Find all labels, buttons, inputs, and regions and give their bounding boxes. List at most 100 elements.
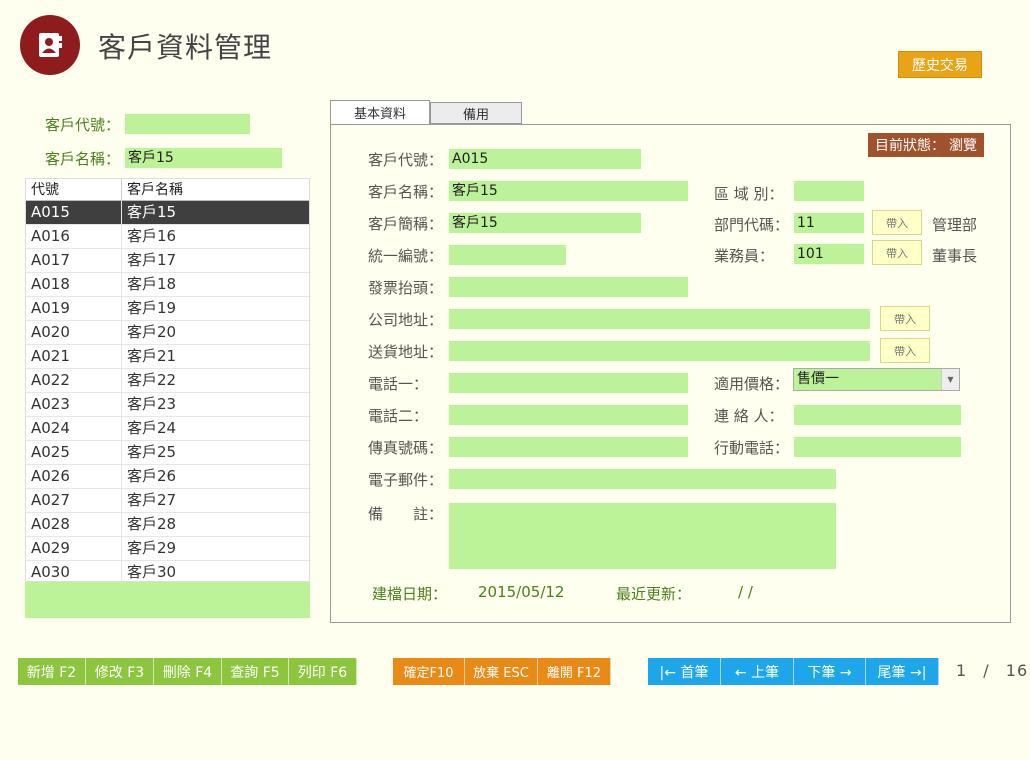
- list-row[interactable]: A026 客戶26: [26, 465, 309, 489]
- delivery-address-field[interactable]: [449, 341, 870, 361]
- name-label: 客戶名稱：: [368, 183, 444, 201]
- row-name: 客戶18: [127, 275, 177, 293]
- prev-record-button[interactable]: ← 上筆: [721, 658, 794, 685]
- delete-button[interactable]: 刪除 F4: [154, 658, 222, 685]
- page-title: 客戶資料管理: [98, 31, 273, 64]
- region-label: 區 域 別：: [714, 185, 784, 203]
- row-code: A027: [26, 489, 122, 512]
- query-button[interactable]: 查詢 F5: [222, 658, 289, 685]
- status-value: 瀏覽: [949, 138, 977, 154]
- confirm-toolbar: 確定F10 放棄 ESC 離開 F12: [393, 658, 611, 685]
- dept-code-label: 部門代碼：: [714, 216, 790, 234]
- invoice-title-label: 發票抬頭：: [368, 279, 444, 297]
- list-row[interactable]: A024 客戶24: [26, 417, 309, 441]
- tab-reserved[interactable]: 備用: [430, 102, 522, 124]
- email-label: 電子郵件：: [368, 471, 444, 489]
- edit-button[interactable]: 修改 F3: [86, 658, 154, 685]
- mobile-label: 行動電話：: [714, 439, 790, 457]
- mobile-field[interactable]: [794, 437, 961, 457]
- tax-id-field[interactable]: [449, 245, 566, 265]
- last-record-button[interactable]: 尾筆 →|: [866, 658, 939, 685]
- chevron-down-icon[interactable]: ▼: [941, 369, 959, 390]
- row-name: 客戶23: [127, 395, 177, 413]
- first-record-button[interactable]: |← 首筆: [648, 658, 721, 685]
- dept-name: 管理部: [932, 216, 978, 234]
- price-type-value: 售價一: [797, 371, 839, 387]
- row-name: 客戶17: [127, 251, 177, 269]
- row-name: 客戶21: [127, 347, 177, 365]
- list-header: 代號 客戶名稱: [26, 179, 309, 201]
- row-name: 客戶20: [127, 323, 177, 341]
- dept-code-field[interactable]: 11: [794, 213, 864, 233]
- list-row[interactable]: A015 客戶15: [26, 201, 309, 225]
- code-field[interactable]: A015: [449, 149, 641, 169]
- phone1-field[interactable]: [449, 373, 688, 393]
- fax-label: 傳真號碼：: [368, 439, 444, 457]
- contact-label: 連 絡 人：: [714, 407, 784, 425]
- list-body: A015 客戶15 A016 客戶16 A017 客戶17 A018 客戶18 A019 客戶19…: [26, 201, 309, 581]
- delivery-address-import-button[interactable]: 帶入: [880, 338, 930, 363]
- row-name: 客戶28: [127, 515, 177, 533]
- salesperson-title: 董事長: [932, 247, 978, 265]
- list-row[interactable]: A018 客戶18: [26, 273, 309, 297]
- salesperson-field[interactable]: 101: [794, 244, 864, 264]
- column-header-name[interactable]: 客戶名稱: [122, 179, 183, 200]
- list-row[interactable]: A020 客戶20: [26, 321, 309, 345]
- cancel-button[interactable]: 放棄 ESC: [465, 658, 538, 685]
- exit-button[interactable]: 離開 F12: [538, 658, 611, 685]
- list-row[interactable]: A022 客戶22: [26, 369, 309, 393]
- add-button[interactable]: 新增 F2: [18, 658, 86, 685]
- row-code: A015: [26, 201, 122, 224]
- email-field[interactable]: [449, 469, 836, 489]
- phone2-label: 電話二：: [368, 407, 429, 425]
- row-code: A026: [26, 465, 122, 488]
- search-code-input[interactable]: [125, 114, 250, 134]
- row-name: 客戶19: [127, 299, 177, 317]
- list-row[interactable]: A025 客戶25: [26, 441, 309, 465]
- next-record-button[interactable]: 下筆 →: [794, 658, 866, 685]
- row-name: 客戶24: [127, 419, 177, 437]
- short-name-label: 客戶簡稱：: [368, 215, 444, 233]
- list-row[interactable]: A027 客戶27: [26, 489, 309, 513]
- fax-field[interactable]: [449, 437, 688, 457]
- row-code: A025: [26, 441, 122, 464]
- contact-field[interactable]: [794, 405, 961, 425]
- invoice-title-field[interactable]: [449, 277, 688, 297]
- remarks-field[interactable]: [449, 503, 836, 569]
- history-button[interactable]: 歷史交易: [898, 51, 982, 78]
- short-name-field[interactable]: 客戶15: [449, 213, 641, 233]
- row-code: A024: [26, 417, 122, 440]
- price-type-select[interactable]: 售價一 ▼: [793, 368, 960, 391]
- list-row[interactable]: A023 客戶23: [26, 393, 309, 417]
- tab-basic-info[interactable]: 基本資料: [330, 100, 430, 124]
- row-code: A018: [26, 273, 122, 296]
- row-code: A022: [26, 369, 122, 392]
- company-address-label: 公司地址：: [368, 311, 444, 329]
- row-name: 客戶25: [127, 443, 177, 461]
- list-row[interactable]: A028 客戶28: [26, 513, 309, 537]
- print-button[interactable]: 列印 F6: [289, 658, 357, 685]
- column-header-code[interactable]: 代號: [26, 179, 122, 200]
- company-address-import-button[interactable]: 帶入: [880, 306, 930, 331]
- list-row[interactable]: A017 客戶17: [26, 249, 309, 273]
- dept-import-button[interactable]: 帶入: [872, 210, 922, 235]
- phone2-field[interactable]: [449, 405, 688, 425]
- salesperson-import-button[interactable]: 帶入: [872, 240, 922, 265]
- search-name-input[interactable]: 客戶15: [125, 148, 282, 168]
- row-code: A021: [26, 345, 122, 368]
- list-row[interactable]: A016 客戶16: [26, 225, 309, 249]
- list-row[interactable]: A019 客戶19: [26, 297, 309, 321]
- page-current: 1: [956, 661, 968, 680]
- list-row[interactable]: A030 客戶30: [26, 561, 309, 581]
- row-code: A023: [26, 393, 122, 416]
- confirm-button[interactable]: 確定F10: [393, 658, 465, 685]
- list-row[interactable]: A021 客戶21: [26, 345, 309, 369]
- company-address-field[interactable]: [449, 309, 870, 329]
- list-row[interactable]: A029 客戶29: [26, 537, 309, 561]
- region-field[interactable]: [794, 181, 864, 201]
- row-name: 客戶15: [127, 203, 177, 221]
- app-logo: [20, 15, 80, 75]
- row-code: A028: [26, 513, 122, 536]
- name-field[interactable]: 客戶15: [449, 181, 688, 201]
- row-name: 客戶16: [127, 227, 177, 245]
